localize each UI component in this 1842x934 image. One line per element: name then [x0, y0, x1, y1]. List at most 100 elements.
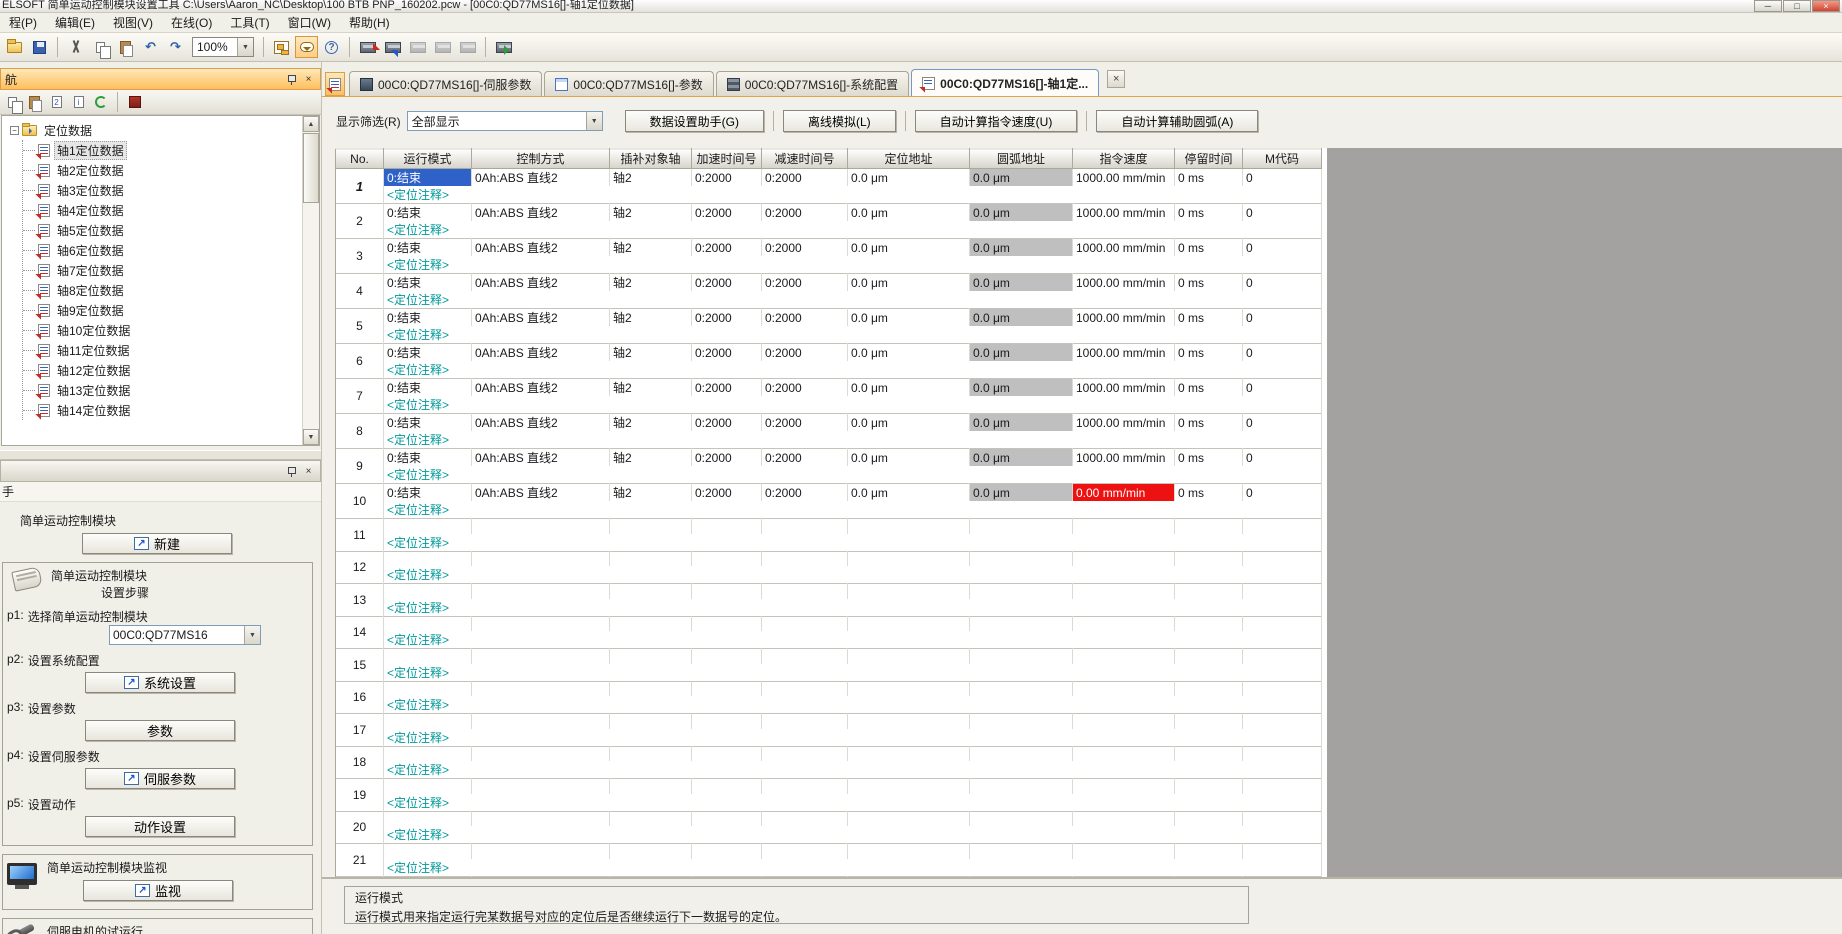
column-header-圆弧地址[interactable]: 圆弧地址 [970, 149, 1073, 169]
grid-cell-axis[interactable]: 轴2 [610, 379, 692, 397]
grid-cell-speed[interactable] [1073, 519, 1175, 534]
grid-cell-axis[interactable] [610, 649, 692, 664]
grid-cell-acc[interactable] [692, 649, 762, 664]
grid-cell-dec[interactable] [762, 844, 848, 859]
grid-cell-axis[interactable]: 轴2 [610, 309, 692, 327]
grid-cell-control[interactable] [472, 779, 610, 794]
grid-cell-pos[interactable] [848, 681, 970, 696]
grid-cell-m[interactable] [1243, 616, 1322, 631]
grid-cell-control[interactable]: 0Ah:ABS 直线2 [472, 484, 610, 502]
grid-cell-dwell[interactable] [1175, 844, 1243, 859]
grid-cell-axis[interactable] [610, 584, 692, 599]
grid-cell-axis[interactable] [610, 746, 692, 761]
grid-cell-pos[interactable] [848, 844, 970, 859]
grid-cell-acc[interactable]: 0:2000 [692, 274, 762, 292]
positioning-comment-cell[interactable]: <定位注释> [384, 501, 1322, 519]
positioning-comment-cell[interactable]: <定位注释> [384, 361, 1322, 379]
tree-item-label[interactable]: 轴1定位数据 [54, 141, 127, 160]
pin-icon[interactable] [284, 464, 299, 478]
grid-cell-pos[interactable]: 0.0 μm [848, 239, 970, 257]
grid-cell-pos[interactable] [848, 746, 970, 761]
close-button[interactable]: × [1812, 0, 1840, 12]
tree-root-label[interactable]: 定位数据 [41, 121, 95, 140]
menu-item-在线[interactable]: 在线(O) [162, 12, 221, 33]
grid-cell-dwell[interactable]: 0 ms [1175, 309, 1243, 327]
grid-cell-m[interactable]: 0 [1243, 309, 1322, 327]
tree-item-label[interactable]: 轴9定位数据 [54, 301, 127, 320]
tree-scrollbar[interactable]: ▲ ▼ [302, 116, 319, 445]
positioning-comment-cell[interactable]: <定位注释> [384, 291, 1322, 309]
grid-cell-dwell[interactable] [1175, 681, 1243, 696]
grid-cell-speed[interactable] [1073, 779, 1175, 794]
row-number[interactable]: 17 [336, 714, 384, 747]
paste-button[interactable] [114, 36, 137, 58]
grid-cell-mode[interactable]: 0:结束 [384, 379, 472, 397]
grid-cell-dec[interactable]: 0:2000 [762, 204, 848, 222]
grid-cell-acc[interactable] [692, 519, 762, 534]
grid-cell-acc[interactable]: 0:2000 [692, 449, 762, 467]
verify-module-button[interactable] [406, 36, 429, 58]
row-number[interactable]: 3 [336, 239, 384, 274]
column-header-停留时间[interactable]: 停留时间 [1175, 149, 1243, 169]
grid-cell-axis[interactable] [610, 714, 692, 729]
grid-cell-acc[interactable]: 0:2000 [692, 484, 762, 502]
row-number[interactable]: 13 [336, 584, 384, 617]
pin-icon[interactable] [284, 72, 299, 86]
row-number[interactable]: 11 [336, 519, 384, 552]
tree-item-label[interactable]: 轴10定位数据 [54, 321, 133, 340]
grid-cell-pos[interactable] [848, 779, 970, 794]
paste-data-button[interactable] [25, 93, 44, 111]
copy-button[interactable] [89, 36, 112, 58]
grid-cell-mode[interactable] [384, 551, 472, 566]
grid-cell-pos[interactable]: 0.0 μm [848, 379, 970, 397]
grid-cell-speed[interactable] [1073, 746, 1175, 761]
grid-cell-mode[interactable]: 0:结束 [384, 169, 472, 187]
grid-cell-pos[interactable]: 0.0 μm [848, 484, 970, 502]
grid-cell-control[interactable]: 0Ah:ABS 直线2 [472, 274, 610, 292]
positioning-comment-cell[interactable]: <定位注释> [384, 696, 1322, 714]
grid-cell-control[interactable] [472, 746, 610, 761]
row-number[interactable]: 1 [336, 169, 384, 204]
tab-servo-params[interactable]: 00C0:QD77MS16[]-伺服参数 [349, 71, 542, 96]
grid-cell-speed[interactable]: 1000.00 mm/min [1073, 379, 1175, 397]
grid-cell-mode[interactable]: 0:结束 [384, 484, 472, 502]
grid-cell-arc[interactable] [970, 551, 1073, 566]
tree-item-label[interactable]: 轴4定位数据 [54, 201, 127, 220]
grid-cell-m[interactable] [1243, 681, 1322, 696]
zoom-select[interactable]: 100% ▼ [192, 37, 254, 57]
row-number[interactable]: 21 [336, 844, 384, 877]
grid-cell-speed[interactable] [1073, 649, 1175, 664]
save-project-button[interactable] [28, 36, 51, 58]
grid-cell-dwell[interactable] [1175, 519, 1243, 534]
grid-cell-mode[interactable]: 0:结束 [384, 344, 472, 362]
grid-cell-mode[interactable] [384, 714, 472, 729]
grid-cell-acc[interactable]: 0:2000 [692, 204, 762, 222]
tree-item-轴5定位数据[interactable]: 轴5定位数据 [23, 220, 299, 240]
grid-cell-speed[interactable]: 1000.00 mm/min [1073, 204, 1175, 222]
module-select-dropdown[interactable]: 00C0:QD77MS16▼ [109, 625, 261, 645]
grid-cell-dec[interactable] [762, 649, 848, 664]
tree-item-label[interactable]: 轴7定位数据 [54, 261, 127, 280]
positioning-comment-cell[interactable]: <定位注释> [384, 761, 1322, 779]
positioning-comment-cell[interactable]: <定位注释> [384, 431, 1322, 449]
grid-cell-speed[interactable] [1073, 844, 1175, 859]
grid-cell-m[interactable] [1243, 519, 1322, 534]
cut-button[interactable] [64, 36, 87, 58]
grid-cell-acc[interactable] [692, 844, 762, 859]
grid-cell-control[interactable] [472, 584, 610, 599]
tab-close-icon[interactable]: × [1107, 70, 1125, 88]
grid-cell-arc[interactable] [970, 616, 1073, 631]
grid-cell-pos[interactable] [848, 616, 970, 631]
positioning-comment-cell[interactable]: <定位注释> [384, 794, 1322, 812]
grid-cell-control[interactable] [472, 681, 610, 696]
row-number[interactable]: 19 [336, 779, 384, 812]
tree-item-label[interactable]: 轴8定位数据 [54, 281, 127, 300]
scroll-down-icon[interactable]: ▼ [303, 429, 319, 445]
grid-cell-speed[interactable] [1073, 616, 1175, 631]
grid-cell-acc[interactable] [692, 811, 762, 826]
grid-cell-dec[interactable] [762, 714, 848, 729]
grid-cell-arc[interactable]: 0.0 μm [970, 169, 1073, 187]
module-monitor-button[interactable] [431, 36, 454, 58]
grid-cell-m[interactable]: 0 [1243, 379, 1322, 397]
grid-cell-axis[interactable]: 轴2 [610, 274, 692, 292]
